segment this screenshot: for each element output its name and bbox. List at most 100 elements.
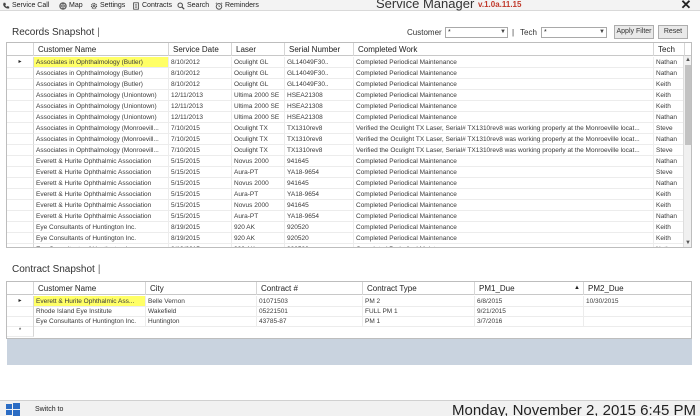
- row-selector[interactable]: [7, 112, 34, 123]
- tech-filter-select[interactable]: * ▼: [541, 27, 607, 38]
- cell-serial-number[interactable]: TX1310rev8: [285, 123, 354, 134]
- cell-serial-number[interactable]: 941645: [285, 200, 354, 211]
- records-grid[interactable]: Customer Name Service Date Laser Serial …: [6, 42, 692, 248]
- customer-filter-select[interactable]: * ▼: [445, 27, 508, 38]
- cell-service-date[interactable]: 7/10/2015: [169, 123, 232, 134]
- cell-customer-name[interactable]: Associates in Ophthalmology (Monroevill.…: [34, 145, 169, 156]
- cell-tech[interactable]: Keith: [654, 200, 685, 211]
- cell-serial-number[interactable]: HSEA21308: [285, 101, 354, 112]
- cell-service-date[interactable]: 5/15/2015: [169, 167, 232, 178]
- cell-tech[interactable]: Keith: [654, 189, 685, 200]
- table-row[interactable]: Everett & Hurite Ophthalmic Association 5…: [7, 167, 685, 178]
- cell-serial-number[interactable]: HSEA21308: [285, 90, 354, 101]
- cell-customer-name[interactable]: Everett & Hurite Ophthalmic Association: [34, 178, 169, 189]
- row-selector[interactable]: [7, 101, 34, 112]
- cell-customer-name[interactable]: Associates in Ophthalmology (Uniontown): [34, 90, 169, 101]
- row-selector[interactable]: [7, 134, 34, 145]
- col-contract-type[interactable]: Contract Type: [363, 282, 475, 295]
- cell-service-date[interactable]: 8/19/2015: [169, 244, 232, 247]
- cell-laser[interactable]: Ultima 2000 SE: [232, 90, 285, 101]
- cell-completed-work[interactable]: Completed Periodical Maintenance: [354, 222, 654, 233]
- cell-serial-number[interactable]: HSEA21308: [285, 112, 354, 123]
- cell-customer-name[interactable]: Eye Consultants of Huntington Inc.: [34, 222, 169, 233]
- cell-tech[interactable]: Nathan: [654, 178, 685, 189]
- records-scrollbar[interactable]: ▲ ▼: [683, 56, 691, 247]
- table-row[interactable]: Associates in Ophthalmology (Monroevill.…: [7, 134, 685, 145]
- table-row[interactable]: Associates in Ophthalmology (Butler) 8/10…: [7, 68, 685, 79]
- service-call-menu[interactable]: Service Call: [2, 0, 49, 11]
- table-row[interactable]: Associates in Ophthalmology (Uniontown) 1…: [7, 90, 685, 101]
- cell-serial-number[interactable]: 920520: [285, 244, 354, 247]
- cell-laser[interactable]: Oculight GL: [232, 79, 285, 90]
- cell-completed-work[interactable]: Completed Periodical Maintenance: [354, 90, 654, 101]
- table-row[interactable]: Associates in Ophthalmology (Uniontown) 1…: [7, 112, 685, 123]
- cell-tech[interactable]: Steve: [654, 123, 685, 134]
- cell-customer-name[interactable]: Associates in Ophthalmology (Uniontown): [34, 112, 169, 123]
- table-row[interactable]: Everett & Hurite Ophthalmic Association 5…: [7, 178, 685, 189]
- reminders-menu[interactable]: Reminders: [215, 0, 259, 11]
- cell-serial-number[interactable]: YA18-9654: [285, 189, 354, 200]
- map-menu[interactable]: Map: [59, 0, 83, 11]
- new-row-marker[interactable]: *: [7, 326, 34, 337]
- cell-completed-work[interactable]: Completed Periodical Maintenance: [354, 200, 654, 211]
- cell-laser[interactable]: Novus 2000: [232, 178, 285, 189]
- cell-completed-work[interactable]: Completed Periodical Maintenance: [354, 112, 654, 123]
- cell-laser[interactable]: Oculight TX: [232, 145, 285, 156]
- settings-menu[interactable]: Settings: [90, 0, 125, 11]
- col-serial-number[interactable]: Serial Number: [285, 43, 354, 56]
- col-tech[interactable]: Tech: [654, 43, 685, 56]
- cell-completed-work[interactable]: Completed Periodical Maintenance: [354, 233, 654, 244]
- cell-customer-name[interactable]: Everett & Hurite Ophthalmic Association: [34, 156, 169, 167]
- search-menu[interactable]: Search: [177, 0, 209, 11]
- contracts-grid[interactable]: Customer Name City Contract # Contract T…: [6, 281, 692, 339]
- cell-tech[interactable]: Nathan: [654, 156, 685, 167]
- cell-serial-number[interactable]: TX1310rev8: [285, 145, 354, 156]
- cell-service-date[interactable]: 5/15/2015: [169, 211, 232, 222]
- contracts-menu[interactable]: Contracts: [132, 0, 172, 11]
- table-row[interactable]: ▸ Associates in Ophthalmology (Butler) 8/1…: [7, 57, 685, 68]
- cell-service-date[interactable]: 5/15/2015: [169, 178, 232, 189]
- col-contract-number[interactable]: Contract #: [257, 282, 363, 295]
- cell-customer-name[interactable]: Associates in Ophthalmology (Butler): [34, 68, 169, 79]
- cell-tech[interactable]: Nathan: [654, 68, 685, 79]
- cell-tech[interactable]: Keith: [654, 222, 685, 233]
- cell-service-date[interactable]: 12/11/2013: [169, 101, 232, 112]
- cell-serial-number[interactable]: GL14049F30..: [285, 79, 354, 90]
- cell-tech[interactable]: Steve: [654, 145, 685, 156]
- cell-laser[interactable]: Novus 2000: [232, 156, 285, 167]
- cell-laser[interactable]: 920 AK: [232, 244, 285, 247]
- cell-tech[interactable]: Nathan: [654, 244, 685, 247]
- cell-laser[interactable]: Oculight TX: [232, 134, 285, 145]
- table-row[interactable]: Associates in Ophthalmology (Butler) 8/10…: [7, 79, 685, 90]
- cell-customer-name[interactable]: Associates in Ophthalmology (Monroevill.…: [34, 123, 169, 134]
- cell-tech[interactable]: Keith: [654, 101, 685, 112]
- row-selector[interactable]: [7, 233, 34, 244]
- cell-serial-number[interactable]: 941645: [285, 178, 354, 189]
- table-row[interactable]: Everett & Hurite Ophthalmic Association 5…: [7, 189, 685, 200]
- cell-laser[interactable]: Oculight GL: [232, 68, 285, 79]
- reset-button[interactable]: Reset: [658, 25, 688, 39]
- cell-customer-name[interactable]: Eye Consultants of Huntington Inc.: [34, 244, 169, 247]
- cell-serial-number[interactable]: 941645: [285, 156, 354, 167]
- cell-customer-name[interactable]: Associates in Ophthalmology (Monroevill.…: [34, 134, 169, 145]
- cell-service-date[interactable]: 8/10/2012: [169, 68, 232, 79]
- cell-tech[interactable]: Nathan: [654, 134, 685, 145]
- cell-tech[interactable]: Nathan: [654, 211, 685, 222]
- cell-completed-work[interactable]: Completed Periodical Maintenance: [354, 189, 654, 200]
- cell-laser[interactable]: 920 AK: [232, 222, 285, 233]
- row-selector[interactable]: [7, 222, 34, 233]
- row-selector[interactable]: [7, 167, 34, 178]
- cell-completed-work[interactable]: Completed Periodical Maintenance: [354, 101, 654, 112]
- cell-customer-name[interactable]: Everett & Hurite Ophthalmic Association: [34, 189, 169, 200]
- cell-service-date[interactable]: 5/15/2015: [169, 189, 232, 200]
- row-selector[interactable]: [7, 79, 34, 90]
- scroll-up-icon[interactable]: ▲: [684, 56, 691, 64]
- cell-serial-number[interactable]: TX1310rev8: [285, 134, 354, 145]
- row-selector[interactable]: [7, 211, 34, 222]
- row-selector[interactable]: [7, 68, 34, 79]
- cell-tech[interactable]: Nathan: [654, 57, 685, 68]
- col-city[interactable]: City: [146, 282, 257, 295]
- cell-completed-work[interactable]: Verified the Oculight TX Laser, Serial# …: [354, 145, 654, 156]
- col-service-date[interactable]: Service Date: [169, 43, 232, 56]
- row-selector[interactable]: [7, 178, 34, 189]
